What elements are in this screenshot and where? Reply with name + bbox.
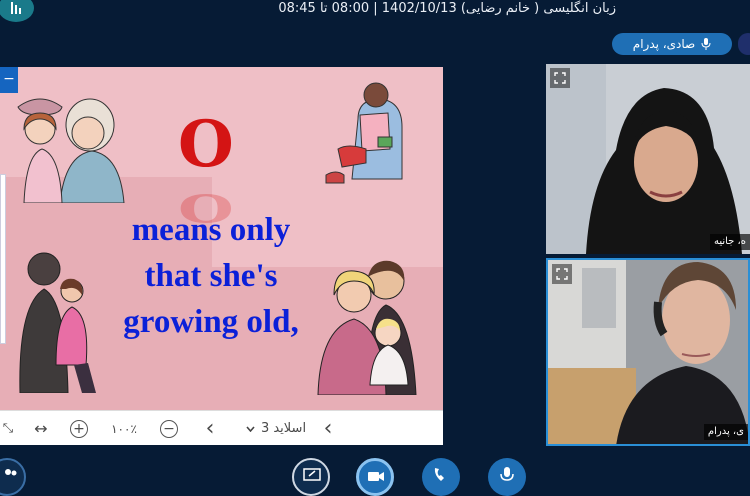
people-icon (5, 469, 17, 476)
audio-button[interactable] (422, 458, 460, 496)
phone-icon (434, 468, 444, 481)
participants-button[interactable] (0, 458, 26, 496)
video-tile-1[interactable]: ه، جانیه (546, 64, 750, 254)
video-name-tag-1: ه، جانیه (709, 234, 750, 250)
participant-video-1 (546, 64, 750, 254)
participant-pill[interactable]: صادی، پدرام (612, 33, 732, 55)
meeting-title: زبان انگلیسی ( خانم رضایی) 1402/10/13 | … (278, 1, 616, 16)
slide-selector[interactable]: اسلاید 3 (228, 411, 324, 446)
presentation-menu-button[interactable]: − (0, 67, 18, 93)
presentation-area: O O means only that she's growing old, −… (0, 67, 443, 445)
microphone-icon (701, 38, 711, 50)
side-panel-handle[interactable] (0, 174, 6, 344)
zoom-out-button[interactable]: − (158, 411, 180, 446)
prev-slide-button[interactable]: ‹ (200, 411, 220, 446)
expand-icon[interactable] (552, 264, 572, 284)
participant-video-2 (548, 260, 748, 444)
family-illustration (317, 260, 417, 395)
slide-selector-label: اسلاید 3 (260, 421, 307, 436)
screen-share-button[interactable] (292, 458, 330, 496)
expand-icon[interactable] (550, 68, 570, 88)
reading-girl-illustration (325, 82, 403, 184)
zoom-out-icon: − (160, 419, 178, 438)
camera-button[interactable] (356, 458, 394, 496)
zoom-in-icon: + (70, 419, 88, 438)
slide-text-line-3: growing old, (123, 304, 299, 340)
slide-text-line-1: means only (131, 212, 291, 248)
screen-share-icon (303, 468, 321, 481)
camera-icon (368, 472, 384, 481)
video-tile-2[interactable]: ی، پدرام (546, 258, 750, 446)
video-name-tag-2: ی، پدرام (703, 424, 748, 440)
next-slide-button[interactable]: ‹ (318, 411, 338, 446)
grandmother-child-illustration (17, 98, 125, 203)
slide-text: means only that she's growing old, (86, 207, 336, 345)
slide-text-line-2: that she's (144, 258, 278, 294)
microphone-icon (500, 467, 514, 481)
presentation-toolbar: ⤡ ↔ + ۱۰۰٪ − ‹ اسلاید 3 ‹ (0, 410, 443, 445)
app-logo-icon[interactable] (0, 0, 34, 22)
participant-pill-extra[interactable] (738, 33, 750, 55)
zoom-level: ۱۰۰٪ (111, 421, 137, 436)
presentation-slide: O O means only that she's growing old, − (0, 67, 443, 410)
top-bar: زبان انگلیسی ( خانم رضایی) 1402/10/13 | … (0, 0, 750, 22)
slide-big-letter: O (178, 107, 234, 182)
participant-name: صادی، پدرام (632, 37, 696, 51)
microphone-button[interactable] (488, 458, 526, 496)
zoom-in-button[interactable]: + (68, 411, 90, 446)
chevron-down-icon (246, 425, 255, 432)
fit-width-icon[interactable]: ↔ (28, 411, 54, 446)
elderly-woman-girl-illustration (19, 252, 96, 393)
fit-screen-icon[interactable]: ⤡ (0, 411, 16, 446)
